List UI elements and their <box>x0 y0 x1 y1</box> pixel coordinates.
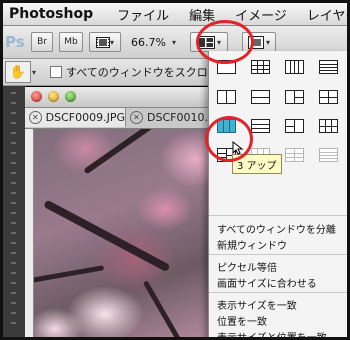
fit-on-screen-item[interactable]: 画面サイズに合わせる <box>217 275 317 290</box>
layout-icon-frame <box>285 60 304 74</box>
menubar: Photoshop ファイル 編集 イメージ レイヤー <box>3 3 347 26</box>
minibridge-button[interactable]: Mb <box>59 32 83 52</box>
bridge-button[interactable]: Br <box>31 32 53 52</box>
chevron-down-icon: ▾ <box>109 37 114 47</box>
app-menu[interactable]: Photoshop <box>3 6 107 22</box>
two-up-horizontal-icon[interactable] <box>251 90 270 104</box>
chevron-down-icon: ▾ <box>265 37 270 47</box>
match-zoom-location-item[interactable]: 表示サイズと位置を一致 <box>217 329 327 337</box>
close-tab-icon[interactable]: ✕ <box>130 111 143 124</box>
match-location-item[interactable]: 位置を一致 <box>217 313 267 328</box>
new-window-item[interactable]: 新規ウィンドウ <box>217 237 287 252</box>
tab-dscf0009[interactable]: ✕ DSCF0009.JPG <box>25 108 126 127</box>
six-up-alt-icon <box>285 148 304 162</box>
three-up-horizontal-icon[interactable] <box>251 119 270 133</box>
layout-icon-frame <box>319 60 338 74</box>
grid-4up-icon[interactable] <box>251 60 270 74</box>
actual-pixels-item[interactable]: ピクセル等倍 <box>217 259 277 274</box>
zoom-window-button[interactable] <box>65 91 76 102</box>
four-up-grid-icon[interactable] <box>319 90 338 104</box>
document-tabs: ✕ DSCF0009.JPG ✕ DSCF0010. <box>25 108 215 129</box>
layout-icon-frame <box>285 90 304 104</box>
menu-separator <box>209 254 347 255</box>
hand-tool-icon[interactable]: ✋ <box>5 61 31 83</box>
three-up-stacked-icon[interactable] <box>285 119 304 133</box>
layout-icon-frame <box>251 60 270 74</box>
tools-panel <box>3 86 26 337</box>
rows-4up-icon[interactable] <box>319 60 338 74</box>
menu-separator <box>209 292 347 293</box>
close-tab-icon[interactable]: ✕ <box>29 111 42 124</box>
layout-icon-frame <box>319 119 338 133</box>
scroll-all-checkbox[interactable] <box>50 66 63 78</box>
menu-file[interactable]: ファイル <box>107 5 179 24</box>
layout-icon-frame <box>251 90 270 104</box>
arrange-documents-menu: 3 アップ すべてのウィンドウを分離 新規ウィンドウ ピクセル等倍 画面サイズに… <box>208 51 347 337</box>
document-window: ✕ DSCF0009.JPG ✕ DSCF0010. <box>25 87 215 337</box>
ps-logo: Ps <box>5 33 25 51</box>
tab-label: DSCF0010. <box>147 111 208 124</box>
tab-dscf0010[interactable]: ✕ DSCF0010. <box>126 108 215 127</box>
four-up-alt-icon[interactable] <box>319 119 338 133</box>
zoom-level[interactable]: 66.7% <box>131 36 166 49</box>
vertical-ruler <box>25 129 34 337</box>
highlight-ring <box>196 20 254 64</box>
layout-icon-frame <box>251 119 270 133</box>
three-up-grid-icon[interactable] <box>285 90 304 104</box>
two-up-vertical-icon[interactable] <box>217 90 236 104</box>
layout-icon-frame <box>285 119 304 133</box>
tool-preset-dropdown-icon[interactable]: ▾ <box>32 68 36 77</box>
layout-icon-frame <box>217 90 236 104</box>
screenshot-frame: Photoshop ファイル 編集 イメージ レイヤー Ps Br Mb ▾ 6… <box>0 0 350 340</box>
rows-3-icon <box>319 148 338 162</box>
extras-button[interactable]: ▾ <box>89 32 121 52</box>
scroll-all-label: すべてのウィンドウをスクロール <box>66 66 230 79</box>
close-window-button[interactable] <box>31 91 42 102</box>
match-zoom-item[interactable]: 表示サイズを一致 <box>217 297 297 312</box>
minimize-window-button[interactable] <box>48 91 59 102</box>
float-all-windows-item[interactable]: すべてのウィンドウを分離 <box>217 221 336 236</box>
menu-separator <box>209 215 347 216</box>
highlight-ring <box>205 116 253 162</box>
layout-icon-frame <box>319 90 338 104</box>
layout-icon-frame <box>285 148 304 162</box>
branch-shape <box>43 199 171 273</box>
zoom-dropdown-icon[interactable]: ▾ <box>172 38 176 47</box>
tab-label: DSCF0009.JPG <box>45 111 125 124</box>
columns-4up-icon[interactable] <box>285 60 304 74</box>
film-strip-icon <box>95 36 110 48</box>
menu-layer[interactable]: レイヤー <box>297 5 347 24</box>
document-titlebar[interactable] <box>25 87 215 108</box>
tools-panel-grip[interactable] <box>11 92 16 332</box>
branch-shape <box>25 265 105 284</box>
branch-shape <box>142 280 183 337</box>
layout-icon-frame <box>319 148 338 162</box>
document-canvas[interactable] <box>25 129 215 337</box>
branch-shape <box>83 129 161 175</box>
